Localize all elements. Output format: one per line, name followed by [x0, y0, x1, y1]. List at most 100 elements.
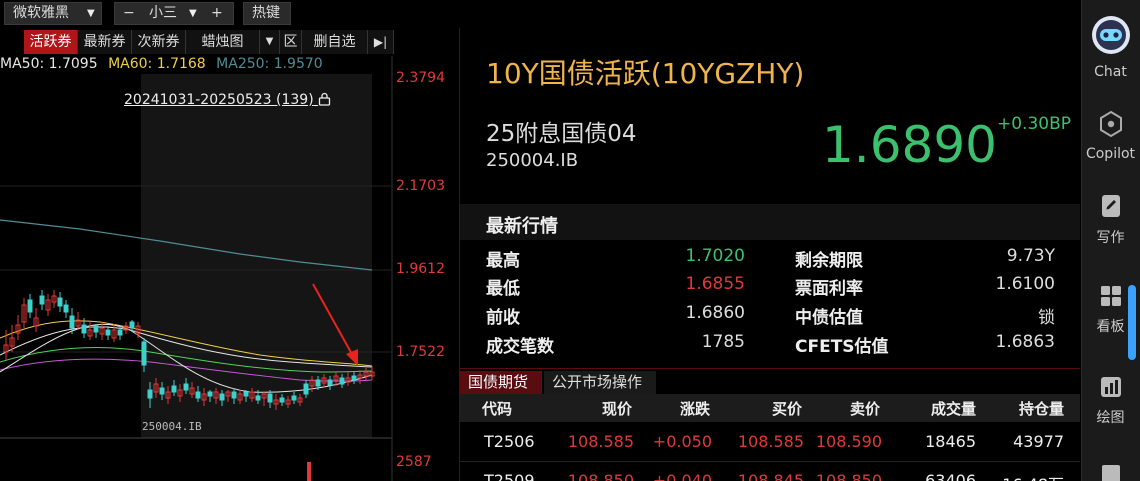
candle-body: [69, 315, 75, 329]
row-ask: 108.590: [815, 432, 882, 451]
y-label: 1.9612: [396, 261, 445, 277]
cdc-valuation-label: 中债估值: [795, 308, 863, 328]
row-code: T2509: [484, 471, 535, 481]
candle-body: [327, 379, 333, 386]
bond-name: 25附息国债04: [486, 121, 637, 147]
candle-body: [39, 295, 45, 305]
trade-count-label: 成交笔数: [486, 337, 554, 357]
sidebar-item-copilot[interactable]: Copilot: [1081, 110, 1140, 162]
coupon-rate-value: 1.6100: [995, 274, 1055, 294]
book-icon: [1081, 462, 1140, 481]
candle-body: [171, 385, 177, 393]
sidebar-item-write[interactable]: 写作: [1081, 193, 1140, 247]
row-last: 108.585: [567, 432, 634, 451]
row-ask: 108.850: [815, 471, 882, 481]
candle-body: [183, 383, 189, 391]
high-value: 1.7020: [685, 246, 745, 266]
remaining-term-value: 9.73Y: [1006, 246, 1055, 266]
candle-body: [207, 391, 213, 397]
col-open-interest: 持仓量: [1018, 400, 1064, 418]
col-last: 现价: [601, 400, 632, 418]
candle-body: [243, 391, 249, 397]
market-section-title: 最新行情: [486, 216, 558, 237]
date-range-label[interactable]: 20241031-20250523 (139): [124, 92, 331, 110]
coupon-rate-label: 票面利率: [795, 279, 863, 299]
sidebar-item-chat[interactable]: Chat: [1081, 14, 1140, 80]
yield-change: +0.30BP: [997, 114, 1072, 134]
date-range-text: 20241031-20250523 (139): [124, 92, 314, 108]
candle-body: [81, 324, 87, 334]
chart-draw-icon: [1081, 375, 1140, 403]
sidebar-item-draw[interactable]: 绘图: [1081, 375, 1140, 427]
sidebar-label: 绘图: [1096, 410, 1125, 426]
candle-body: [141, 341, 147, 366]
col-change: 涨跌: [679, 400, 710, 418]
candlestick-chart[interactable]: [0, 0, 460, 481]
high-label: 最高: [486, 251, 520, 271]
row-volume: 63406: [925, 471, 976, 481]
candle-body: [351, 375, 357, 381]
cdc-valuation-value: 锁: [1038, 308, 1055, 328]
sidebar-scrollbar[interactable]: [1128, 285, 1136, 360]
tab-treasury-futures[interactable]: 国债期货: [460, 371, 542, 394]
candle-body: [129, 321, 135, 329]
row-open-interest: 43977: [1013, 432, 1064, 451]
sidebar-item-more[interactable]: [1081, 462, 1140, 481]
candle-body: [93, 325, 99, 333]
candle-body: [231, 391, 237, 399]
row-bid: 108.845: [737, 471, 804, 481]
low-label: 最低: [486, 279, 520, 299]
candle-body: [147, 389, 153, 399]
current-yield: 1.6890: [822, 116, 997, 174]
row-change: +0.040: [652, 471, 712, 481]
low-value: 1.6855: [685, 274, 745, 294]
col-bid: 买价: [771, 400, 802, 418]
volume-label: 2587: [396, 454, 432, 470]
prev-close-label: 前收: [486, 308, 520, 328]
candle-body: [303, 383, 309, 395]
row-bid: 108.585: [737, 432, 804, 451]
sidebar-label: Chat: [1094, 64, 1127, 80]
cfets-valuation-label: CFETS估值: [795, 337, 889, 357]
candle-body: [219, 393, 225, 401]
bond-code: 250004.IB: [486, 150, 579, 171]
remaining-term-label: 剩余期限: [795, 251, 863, 271]
candle-body: [57, 297, 63, 307]
cfets-valuation-value: 1.6863: [995, 332, 1055, 352]
quote-title: 10Y国债活跃(10YGZHY): [486, 57, 805, 90]
y-label: 2.1703: [396, 178, 445, 194]
col-ask: 卖价: [849, 400, 880, 418]
lock-icon: [318, 92, 331, 110]
row-open-interest: 16.48万: [1000, 471, 1064, 481]
sidebar-label: 看板: [1096, 319, 1125, 335]
candle-body: [117, 329, 123, 336]
candle-body: [279, 397, 285, 403]
candle-body: [105, 329, 111, 336]
candle-body: [315, 379, 321, 387]
candle-body: [159, 387, 165, 395]
row-code: T2506: [484, 432, 535, 451]
y-label: 1.7522: [396, 344, 445, 360]
candle-body: [27, 299, 33, 313]
write-icon: [1081, 193, 1140, 223]
col-volume: 成交量: [930, 400, 976, 418]
tab-open-market-ops[interactable]: 公开市场操作: [544, 371, 656, 394]
candle-body: [195, 391, 201, 399]
copilot-icon: [1081, 110, 1140, 142]
y-label: 2.3794: [396, 70, 445, 86]
volume-bar: [307, 462, 311, 481]
col-code: 代码: [481, 400, 512, 418]
candle-body: [339, 377, 345, 385]
robot-icon: [1081, 14, 1140, 60]
row-change: +0.050: [652, 432, 712, 451]
futures-divider: [460, 368, 1080, 369]
trade-count-value: 1785: [701, 332, 745, 352]
sidebar-label: Copilot: [1085, 146, 1136, 162]
candle-body: [255, 395, 261, 401]
chart-bond-code: 250004.IB: [142, 420, 202, 433]
row-divider: [460, 461, 1080, 462]
candle-body: [63, 304, 69, 313]
sidebar-label: 写作: [1096, 230, 1125, 246]
prev-close-value: 1.6860: [685, 303, 745, 323]
row-last: 108.850: [567, 471, 634, 481]
